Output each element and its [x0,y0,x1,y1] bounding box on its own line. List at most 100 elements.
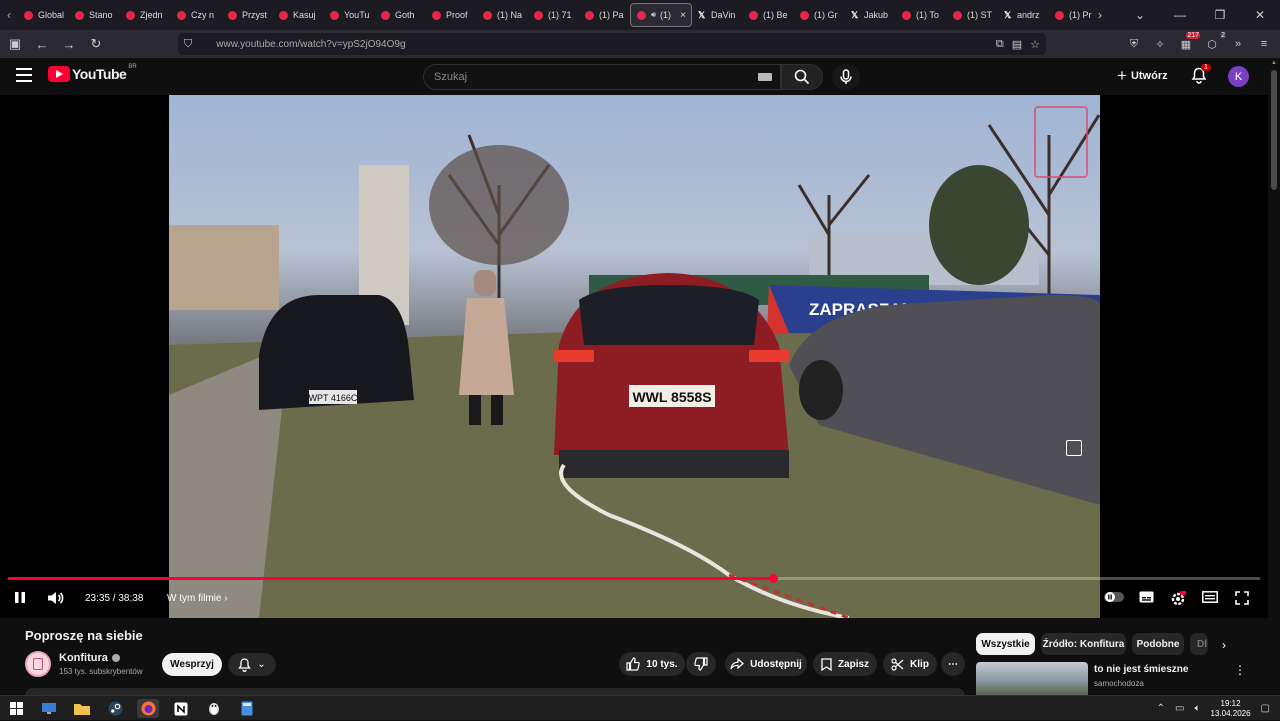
speaker-icon[interactable]: 🔈︎ [1195,703,1201,714]
browser-tab[interactable]: 𝕏andrz [998,2,1049,28]
search-input[interactable] [434,71,734,83]
browser-tab[interactable]: Zjedn [120,2,171,28]
reload-icon[interactable]: ↻ [84,32,108,56]
tab-list-dropdown-icon[interactable]: ⌄ [1120,8,1160,22]
recommended-channel[interactable]: samochodoza [1094,679,1144,688]
video-player[interactable]: WPT 4166C ZAPRASZAMY WWL 8558S [0,95,1268,618]
browser-tab[interactable]: Global [18,2,69,28]
menu-icon[interactable] [16,68,32,82]
browser-tab[interactable]: (1) Gr [794,2,845,28]
browser-tab[interactable]: 🔊︎ (1) × [630,3,692,27]
more-actions-button[interactable]: ⋯ [941,652,965,676]
tab-scroll-right-icon[interactable]: › [1080,8,1120,22]
video-frame[interactable]: WPT 4166C ZAPRASZAMY WWL 8558S [169,95,1100,618]
ublock-icon[interactable]: ⛨ [1126,36,1142,52]
recommended-title[interactable]: to nie jest śmieszne [1094,664,1188,675]
browser-tab[interactable]: 𝕏 Jakub [845,2,896,28]
subscription-bell-button[interactable]: ⌄ [228,653,276,676]
expand-overlay-icon[interactable] [1066,440,1082,456]
account-avatar[interactable]: K [1228,66,1249,87]
search-button[interactable] [781,64,823,90]
browser-tab[interactable]: 𝕏 DaVin [692,2,743,28]
support-button[interactable]: Wesprzyj [162,653,222,676]
dislike-button[interactable] [686,652,716,676]
fullscreen-icon[interactable] [1235,591,1249,608]
create-button[interactable]: + Utwórz [1117,66,1168,86]
keyboard-icon[interactable] [758,73,772,81]
browser-tab[interactable]: (1) Pa [579,2,630,28]
monitor-app-icon[interactable] [38,699,60,718]
site-shield-icon[interactable]: ⛉ [184,38,192,51]
browser-tab[interactable]: Proof [426,2,477,28]
pause-icon[interactable] [14,591,26,607]
browser-tab[interactable]: (1) ST [947,2,998,28]
share-button[interactable]: Udostępnij [725,652,807,676]
chip-all[interactable]: Wszystkie [976,633,1035,655]
browser-tab[interactable]: Goth [375,2,426,28]
extension-shield-icon[interactable]: ⬡ 2 [1204,32,1226,52]
forward-icon[interactable]: → [57,32,81,56]
browser-tab[interactable]: Czy n [171,2,222,28]
picture-in-picture-icon[interactable]: ⧉ [996,38,1004,51]
address-url[interactable]: www.youtube.com/watch?v=ypS2jO94O9g [216,39,405,50]
browser-tab[interactable]: (1) 71 [528,2,579,28]
channel-name-text[interactable]: Konfitura [59,652,108,664]
minimize-icon[interactable]: — [1160,8,1200,22]
browser-tab[interactable]: (1) Na [477,2,528,28]
chip-more[interactable]: Dl [1190,633,1208,655]
subtitles-icon[interactable] [1139,591,1154,606]
extensions-puzzle-icon[interactable]: ✧ [1152,36,1168,52]
restore-icon[interactable]: ❐ [1200,8,1240,22]
tab-scroll-left-icon[interactable]: ‹ [0,0,18,30]
network-icon[interactable]: ▭ [1175,703,1184,714]
notification-center-icon[interactable]: ▢ [1261,703,1270,714]
like-button[interactable]: 10 tys. [619,652,685,676]
back-icon[interactable]: ← [30,32,54,56]
search-box[interactable] [423,64,781,90]
browser-tab[interactable]: (1) Be [743,2,794,28]
notifications-button[interactable]: 1 [1191,64,1211,85]
extension-counter-icon[interactable]: ▦ 217 [1178,32,1200,52]
calculator-icon[interactable] [236,699,258,718]
miniplayer-icon[interactable] [1202,591,1218,606]
notion-icon[interactable] [170,699,192,718]
scrollbar-thumb[interactable] [1271,70,1277,190]
file-explorer-icon[interactable] [71,699,93,718]
browser-tab[interactable]: Kasuj [273,2,324,28]
clip-button[interactable]: Klip [883,652,937,676]
close-window-icon[interactable]: ✕ [1240,8,1280,22]
channel-name[interactable]: Konfitura [59,652,120,664]
page-scrollbar[interactable]: ▲ [1268,58,1280,698]
bookmark-star-icon[interactable]: ☆ [1030,38,1040,51]
chip-source[interactable]: Źródło: Konfitura [1041,633,1126,655]
tab-audio-icon[interactable]: 🔊︎ [651,10,656,20]
tab-close-icon[interactable]: × [680,10,686,21]
app-menu-icon[interactable]: ≡ [1256,36,1272,52]
chevron-right-icon[interactable]: › [1222,638,1226,652]
scroll-up-icon[interactable]: ▲ [1271,60,1277,66]
progress-bar[interactable] [8,574,1260,583]
save-button[interactable]: Zapisz [813,652,877,676]
settings-gear-icon[interactable] [1170,591,1186,610]
overflow-chevrons-icon[interactable]: » [1230,36,1246,52]
more-vertical-icon[interactable]: ⋮ [1234,663,1246,677]
browser-tab[interactable]: (1) To [896,2,947,28]
sidebar-toggle-icon[interactable]: ▣ [3,32,27,56]
channel-avatar[interactable] [25,651,51,677]
youtube-logo[interactable]: YouTube BR [48,64,137,82]
tray-chevron-up-icon[interactable]: ⌃ [1157,703,1165,714]
firefox-icon[interactable] [137,699,159,718]
browser-tab[interactable]: Stano [69,2,120,28]
autoplay-toggle-icon[interactable] [1104,591,1124,606]
steam-icon[interactable] [104,699,126,718]
chip-related[interactable]: Podobne [1132,633,1184,655]
chapter-button[interactable]: W tym filmie › [167,593,228,604]
voice-search-button[interactable] [832,64,860,90]
reader-view-icon[interactable]: ▤ [1012,38,1022,51]
browser-tab[interactable]: YouTu [324,2,375,28]
address-bar[interactable]: ⛉ www.youtube.com/watch?v=ypS2jO94O9g ⧉ … [178,33,1046,55]
browser-tab[interactable]: Przyst [222,2,273,28]
windows-start-icon[interactable] [5,699,27,718]
volume-icon[interactable] [47,591,65,608]
clock[interactable]: 19:12 13.04.2026 [1211,699,1251,719]
